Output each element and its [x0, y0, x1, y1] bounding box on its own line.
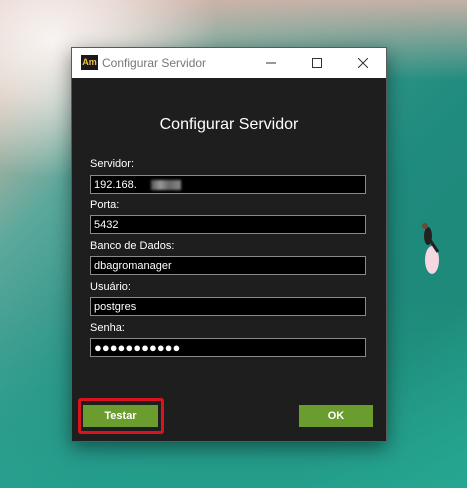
minimize-icon: [266, 62, 276, 64]
redacted-ip-blur: [151, 180, 181, 190]
maximize-button[interactable]: [294, 48, 340, 78]
close-button[interactable]: [340, 48, 386, 78]
database-label: Banco de Dados:: [90, 240, 175, 252]
user-field[interactable]: [90, 297, 366, 316]
server-value: 192.168.: [94, 179, 137, 191]
port-field[interactable]: [90, 215, 366, 234]
port-label: Porta:: [90, 199, 120, 211]
dialog-heading: Configurar Servidor: [159, 116, 299, 133]
app-logo-icon: Am: [81, 55, 98, 70]
title-bar[interactable]: Am Configurar Servidor: [72, 48, 386, 78]
password-masked-value: ●●●●●●●●●●●: [94, 340, 181, 355]
configure-server-window: Am Configurar Servidor Configurar Servid…: [71, 47, 387, 442]
server-label: Servidor:: [90, 158, 135, 170]
user-label: Usuário:: [90, 281, 131, 293]
server-field[interactable]: 192.168.: [90, 175, 366, 194]
close-icon: [358, 58, 368, 68]
test-button[interactable]: Testar: [83, 405, 158, 427]
password-label: Senha:: [90, 322, 125, 334]
window-title: Configurar Servidor: [102, 56, 207, 70]
database-field[interactable]: [90, 256, 366, 275]
minimize-button[interactable]: [248, 48, 294, 78]
wallpaper-surfer: [422, 223, 440, 274]
password-field[interactable]: ●●●●●●●●●●●: [90, 338, 366, 357]
maximize-icon: [312, 58, 322, 68]
ok-button[interactable]: OK: [299, 405, 373, 427]
